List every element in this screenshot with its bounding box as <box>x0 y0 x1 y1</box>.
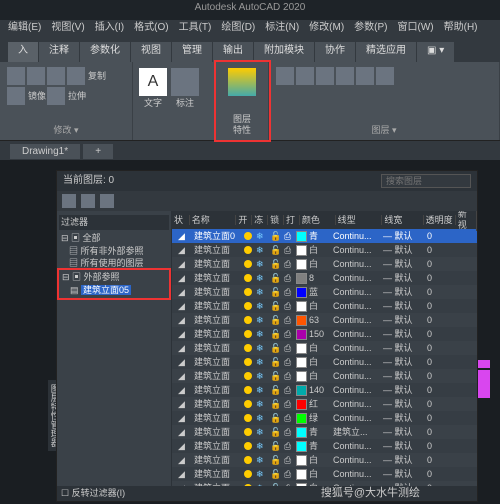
layer-row[interactable]: ◢建筑立面❄🔓⎙白Continu...— 默认0 <box>172 355 477 369</box>
delete-layer-icon[interactable] <box>81 194 95 208</box>
ribbon-tab-extra[interactable]: ▣ ▾ <box>417 42 454 62</box>
layer-icon[interactable] <box>356 67 374 85</box>
layer-icon[interactable] <box>316 67 334 85</box>
tree-node[interactable]: ▤ 所有非外部参照 <box>59 245 169 258</box>
menu-item[interactable]: 修改(M) <box>305 22 348 40</box>
ribbon-tab[interactable]: 入 <box>8 42 38 62</box>
title-bar: Autodesk AutoCAD 2020 <box>0 0 500 20</box>
layer-row[interactable]: ◢建筑立面❄🔓⎙8Continu...— 默认0 <box>172 271 477 285</box>
menu-item[interactable]: 插入(I) <box>91 22 128 40</box>
ribbon-tab[interactable]: 参数化 <box>80 42 130 62</box>
ribbon-tab[interactable]: 附加模块 <box>254 42 314 62</box>
search-input[interactable] <box>381 174 471 188</box>
current-layer-label: 当前图层: 0 <box>63 175 114 187</box>
trim-icon[interactable] <box>47 67 65 85</box>
tree-node[interactable]: ▤ 所有使用的图层 <box>59 257 169 270</box>
layer-row[interactable]: ◢建筑立面❄🔓⎙白Continu...— 默认0 <box>172 369 477 383</box>
layer-row[interactable]: ◢建筑立面0❄🔓⎙青Continu...— 默认0 <box>172 229 477 243</box>
watermark: 搜狐号@大水牛测绘 <box>321 487 420 500</box>
ribbon-tab[interactable]: 视图 <box>131 42 171 62</box>
layer-row[interactable]: ◢建筑立面❄🔓⎙白Continu...— 默认0 <box>172 243 477 257</box>
menu-item[interactable]: 绘图(D) <box>217 22 259 40</box>
menu-item[interactable]: 工具(T) <box>175 22 216 40</box>
layer-row[interactable]: ◢建筑立面❄🔓⎙63Continu...— 默认0 <box>172 313 477 327</box>
copy-icon[interactable] <box>67 67 85 85</box>
rotate-icon[interactable] <box>27 67 45 85</box>
mirror-icon[interactable] <box>7 87 25 105</box>
group-layer: 图层 ▾ <box>269 62 500 140</box>
layer-icon[interactable] <box>336 67 354 85</box>
menu-item[interactable]: 标注(N) <box>261 22 303 40</box>
text-icon[interactable]: A <box>139 68 167 96</box>
layer-row[interactable]: ◢建筑立面❄🔓⎙150Continu...— 默认0 <box>172 327 477 341</box>
layer-row[interactable]: ◢建筑立面❄🔓⎙白Continu...— 默认0 <box>172 341 477 355</box>
layer-properties-button[interactable]: 图层 特性 <box>216 62 269 140</box>
tree-node-selected[interactable]: ▤ 建筑立面05 <box>60 284 168 297</box>
layer-row[interactable]: ◢建筑立面❄🔓⎙青建筑立...— 默认0 <box>172 425 477 439</box>
move-icon[interactable] <box>7 67 25 85</box>
filter-icon[interactable] <box>100 194 114 208</box>
layer-row[interactable]: ◢建筑立面❄🔓⎙白Continu...— 默认0 <box>172 467 477 481</box>
document-tab[interactable]: Drawing1* <box>10 144 80 159</box>
ribbon-tab[interactable]: 注释 <box>39 42 79 62</box>
menu-item[interactable]: 帮助(H) <box>440 22 482 40</box>
menu-item[interactable]: 参数(P) <box>350 22 391 40</box>
layer-row[interactable]: ◢建筑立面❄🔓⎙白Continu...— 默认0 <box>172 257 477 271</box>
menu-item[interactable]: 编辑(E) <box>4 22 45 40</box>
tree-node[interactable]: ⊟ ▣ 全部 <box>59 232 169 245</box>
layer-icon[interactable] <box>296 67 314 85</box>
ribbon-tab[interactable]: 协作 <box>315 42 355 62</box>
layer-row[interactable]: ◢建筑立面❄🔓⎙红Continu...— 默认0 <box>172 397 477 411</box>
layer-icon[interactable] <box>276 67 294 85</box>
menu-item[interactable]: 窗口(W) <box>394 22 438 40</box>
stretch-icon[interactable] <box>47 87 65 105</box>
layer-row[interactable]: ◢建筑立面❄🔓⎙青Continu...— 默认0 <box>172 439 477 453</box>
menu-bar: 编辑(E)视图(V)插入(I)格式(O)工具(T)绘图(D)标注(N)修改(M)… <box>0 20 500 42</box>
group-annotation: A文字 标注 <box>133 62 216 140</box>
ribbon: 复制 镜像 拉伸 修改 ▾ A文字 标注 图层 特性 图层 ▾ <box>0 62 500 141</box>
tree-node[interactable]: ⊟ ▣ 外部参照 <box>60 271 168 284</box>
layer-row[interactable]: ◢建筑立面❄🔓⎙蓝Continu...— 默认0 <box>172 285 477 299</box>
layer-icon[interactable] <box>376 67 394 85</box>
group-modify: 复制 镜像 拉伸 修改 ▾ <box>0 62 133 140</box>
filter-tree: 过滤器 ⊟ ▣ 全部 ▤ 所有非外部参照 ▤ 所有使用的图层 ⊟ ▣ 外部参照 … <box>57 211 172 486</box>
dimension-icon[interactable] <box>171 68 199 96</box>
layer-grid: 状 名称 开 冻 锁 打 颜色 线型 线宽 透明度 新视 ◢建筑立面0❄🔓⎙青C… <box>172 211 477 486</box>
add-tab[interactable]: + <box>83 144 113 159</box>
ribbon-tab[interactable]: 精选应用 <box>356 42 416 62</box>
layer-row[interactable]: ◢建筑立面❄🔓⎙白Continu...— 默认0 <box>172 453 477 467</box>
layers-icon <box>228 68 256 96</box>
menu-item[interactable]: 视图(V) <box>47 22 88 40</box>
new-layer-icon[interactable] <box>62 194 76 208</box>
ribbon-tab[interactable]: 管理 <box>172 42 212 62</box>
menu-item[interactable]: 格式(O) <box>130 22 172 40</box>
ribbon-tab[interactable]: 输出 <box>213 42 253 62</box>
layer-row[interactable]: ◢建筑立面❄🔓⎙140Continu...— 默认0 <box>172 383 477 397</box>
layer-row[interactable]: ◢建筑立面❄🔓⎙白Continu...— 默认0 <box>172 299 477 313</box>
layer-properties-panel: 当前图层: 0 过滤器 ⊟ ▣ 全部 ▤ 所有非外部参照 ▤ 所有使用的图层 ⊟… <box>56 170 478 502</box>
grid-header: 状 名称 开 冻 锁 打 颜色 线型 线宽 透明度 新视 <box>172 211 477 229</box>
ribbon-tabs: 入注释参数化视图管理输出附加模块协作精选应用▣ ▾ <box>0 42 500 62</box>
layer-row[interactable]: ◢建筑立面❄🔓⎙绿Continu...— 默认0 <box>172 411 477 425</box>
